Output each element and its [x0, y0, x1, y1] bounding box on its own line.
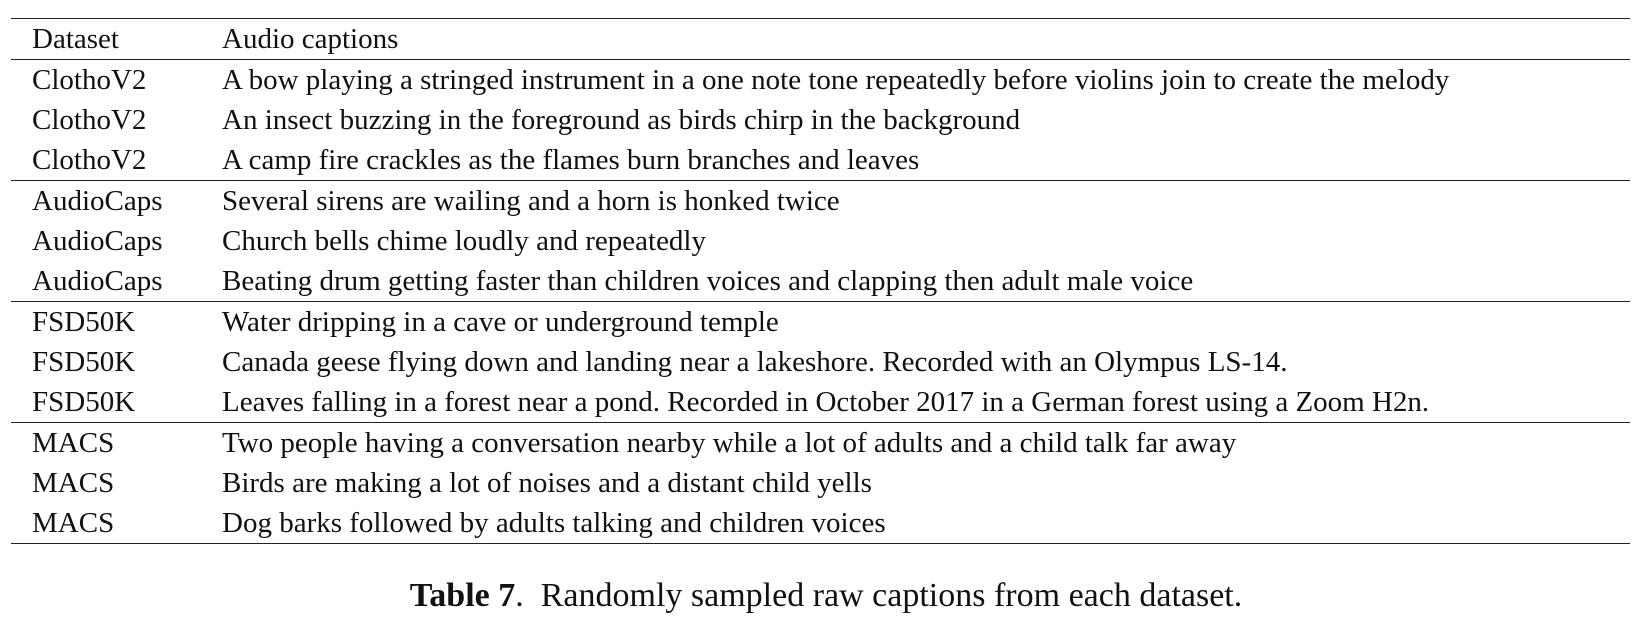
header-dataset: Dataset [32, 22, 119, 55]
caption-cell: Several sirens are wailing and a horn is… [222, 184, 840, 217]
caption-cell: Two people having a conversation nearby … [222, 426, 1237, 459]
table-row: MACS Two people having a conversation ne… [11, 423, 1630, 464]
table-row: ClothoV2 A camp fire crackles as the fla… [11, 140, 1630, 181]
caption-cell: Canada geese flying down and landing nea… [222, 345, 1288, 378]
caption-cell: Dog barks followed by adults talking and… [222, 506, 886, 539]
dataset-cell: MACS [32, 426, 115, 459]
dataset-cell: MACS [32, 466, 115, 499]
dataset-cell: FSD50K [32, 345, 136, 378]
dataset-cell: AudioCaps [32, 264, 163, 297]
group-macs: MACS Two people having a conversation ne… [11, 423, 1630, 544]
header-row: Dataset Audio captions [11, 18, 1630, 60]
dataset-cell: ClothoV2 [32, 63, 147, 96]
group-clothov2: ClothoV2 A bow playing a stringed instru… [11, 60, 1630, 181]
dataset-cell: AudioCaps [32, 224, 163, 257]
dataset-cell: MACS [32, 506, 115, 539]
table-row: MACS Dog barks followed by adults talkin… [11, 503, 1630, 544]
dataset-cell: AudioCaps [32, 184, 163, 217]
table-caption: Table 7. Randomly sampled raw captions f… [0, 577, 1652, 615]
caption-cell: Beating drum getting faster than childre… [222, 264, 1194, 297]
group-fsd50k: FSD50K Water dripping in a cave or under… [11, 302, 1630, 423]
table-header: Dataset Audio captions [11, 18, 1630, 60]
table-row: AudioCaps Beating drum getting faster th… [11, 261, 1630, 302]
table-row: FSD50K Leaves falling in a forest near a… [11, 382, 1630, 423]
dataset-cell: FSD50K [32, 305, 136, 338]
caption-cell: Water dripping in a cave or underground … [222, 305, 779, 338]
caption-cell: A bow playing a stringed instrument in a… [222, 63, 1450, 96]
caption-cell: An insect buzzing in the foreground as b… [222, 103, 1021, 136]
caption-label: Table 7 [409, 577, 516, 614]
caption-text: Randomly sampled raw captions from each … [540, 577, 1243, 614]
table-row: MACS Birds are making a lot of noises an… [11, 463, 1630, 503]
dataset-cell: ClothoV2 [32, 143, 147, 176]
dataset-cell: ClothoV2 [32, 103, 147, 136]
table-row: AudioCaps Several sirens are wailing and… [11, 181, 1630, 222]
caption-separator: . [515, 577, 524, 614]
table-row: ClothoV2 An insect buzzing in the foregr… [11, 100, 1630, 140]
caption-cell: A camp fire crackles as the flames burn … [222, 143, 920, 176]
table-row: ClothoV2 A bow playing a stringed instru… [11, 60, 1630, 101]
table-row: FSD50K Canada geese flying down and land… [11, 342, 1630, 382]
header-audio-captions: Audio captions [222, 22, 399, 55]
dataset-cell: FSD50K [32, 385, 136, 418]
table-row: AudioCaps Church bells chime loudly and … [11, 221, 1630, 261]
caption-cell: Birds are making a lot of noises and a d… [222, 466, 872, 499]
captions-table: Dataset Audio captions ClothoV2 A bow pl… [11, 18, 1630, 544]
caption-cell: Church bells chime loudly and repeatedly [222, 224, 706, 257]
group-audiocaps: AudioCaps Several sirens are wailing and… [11, 181, 1630, 302]
caption-cell: Leaves falling in a forest near a pond. … [222, 385, 1430, 418]
captions-table-container: Dataset Audio captions ClothoV2 A bow pl… [11, 18, 1630, 544]
table-row: FSD50K Water dripping in a cave or under… [11, 302, 1630, 343]
